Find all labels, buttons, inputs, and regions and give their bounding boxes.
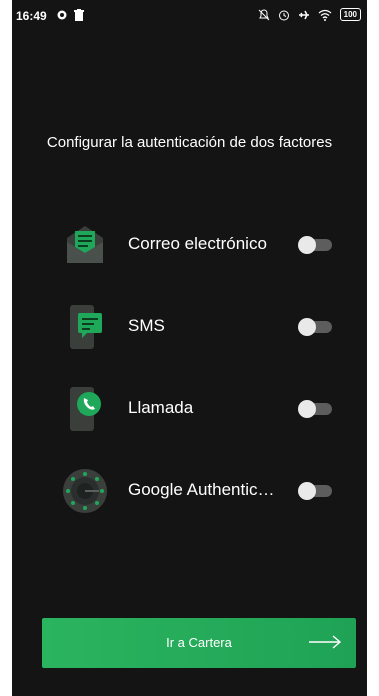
google-authenticator-icon [63,469,107,513]
page-title: Configurar la autenticación de dos facto… [46,134,333,151]
status-bar: 16:49 100 [12,0,367,32]
wifi-icon [318,9,332,21]
alarm-icon [278,10,289,20]
option-label: SMS [128,316,165,335]
option-google-authenticator: Google Authentic… [12,466,367,516]
option-call: Llamada [12,384,367,434]
google-authenticator-toggle[interactable] [298,482,332,500]
bell-off-icon [258,9,269,20]
airplane-icon [298,10,309,19]
screen: 16:49 100 Configurar la autenticación de… [12,0,367,696]
option-label: Google Authentic… [128,480,275,499]
email-icon [67,226,103,263]
status-time: 16:49 [16,9,47,23]
email-toggle[interactable] [298,236,332,254]
option-label: Correo electrónico [128,234,267,253]
call-toggle[interactable] [298,400,332,418]
option-label: Llamada [128,398,194,417]
notification-icon [57,10,67,20]
sms-toggle[interactable] [298,318,332,336]
arrow-right-icon [309,635,342,649]
trash-icon [74,9,84,21]
phone-call-icon [70,387,101,431]
option-email: Correo electrónico [12,220,367,270]
battery-indicator: 100 [339,8,361,21]
sms-icon [70,305,102,349]
go-to-wallet-button[interactable]: Ir a Cartera [42,618,356,668]
option-sms: SMS [12,302,367,352]
